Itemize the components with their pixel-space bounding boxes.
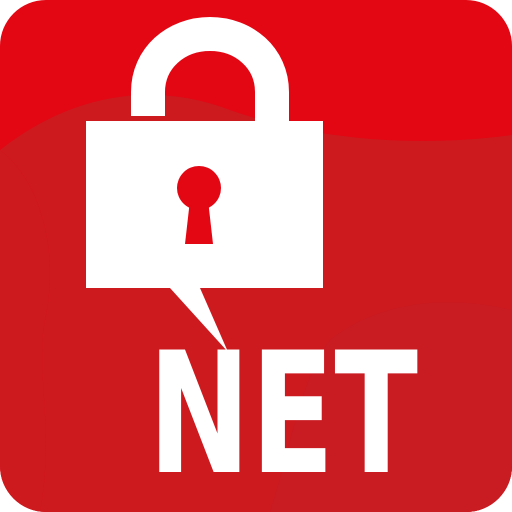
app-icon-graphic: NET: [0, 0, 512, 512]
net-label: NET: [148, 316, 418, 512]
app-icon[interactable]: NET: [0, 0, 512, 512]
